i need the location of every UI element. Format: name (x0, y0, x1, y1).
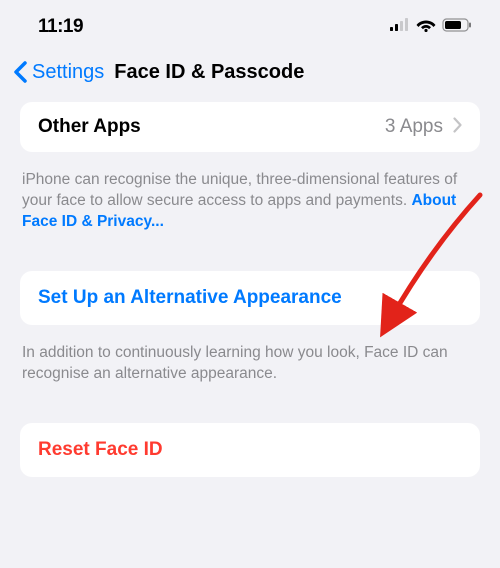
cellular-icon (390, 18, 410, 36)
other-apps-row[interactable]: Other Apps 3 Apps (20, 102, 480, 152)
other-apps-label: Other Apps (38, 116, 141, 138)
chevron-right-icon (453, 117, 462, 138)
other-apps-value: 3 Apps (385, 116, 443, 138)
status-icons (390, 18, 472, 37)
other-apps-section: Other Apps 3 Apps (20, 102, 480, 152)
face-id-description: iPhone can recognise the unique, three-d… (0, 160, 500, 255)
setup-alternative-appearance-button[interactable]: Set Up an Alternative Appearance (20, 271, 480, 325)
wifi-icon (416, 18, 436, 37)
alternative-appearance-description-text: In addition to continuously learning how… (22, 344, 448, 382)
battery-icon (442, 18, 472, 37)
setup-alternative-appearance-label: Set Up an Alternative Appearance (38, 287, 342, 308)
nav-bar: Settings Face ID & Passcode (0, 50, 500, 102)
reset-face-id-label: Reset Face ID (38, 439, 163, 460)
page-title: Face ID & Passcode (114, 61, 304, 84)
alternative-appearance-description: In addition to continuously learning how… (0, 333, 500, 407)
status-bar: 11:19 (0, 0, 500, 50)
face-id-description-text: iPhone can recognise the unique, three-d… (22, 171, 457, 209)
status-time: 11:19 (38, 16, 83, 38)
back-chevron-icon[interactable] (12, 60, 28, 84)
reset-face-id-button[interactable]: Reset Face ID (20, 423, 480, 477)
back-button-label[interactable]: Settings (32, 61, 104, 84)
